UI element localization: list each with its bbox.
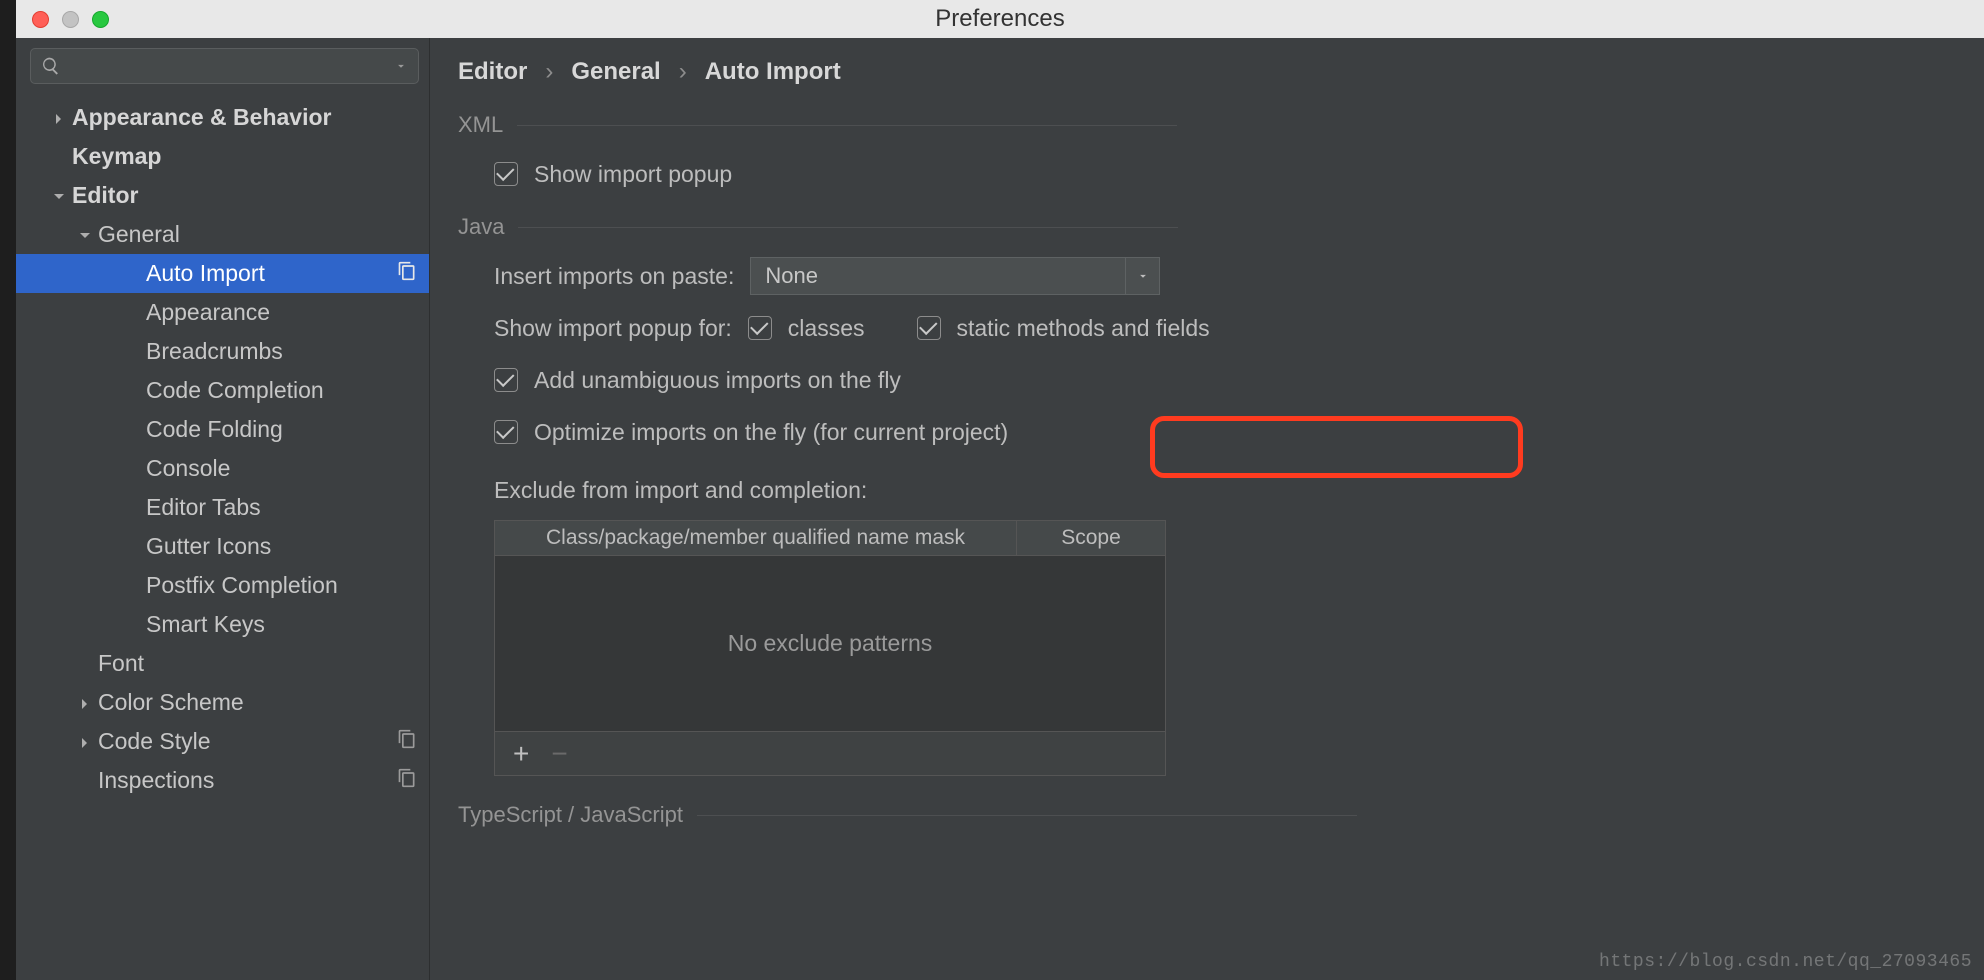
section-java-label: Java	[458, 214, 504, 240]
exclude-table-header: Class/package/member qualified name mask…	[494, 520, 1166, 556]
sidebar-item-smart-keys[interactable]: Smart Keys	[16, 605, 429, 644]
sidebar-item-postfix-completion[interactable]: Postfix Completion	[16, 566, 429, 605]
sidebar-item-breadcrumbs[interactable]: Breadcrumbs	[16, 332, 429, 371]
classes-checkbox[interactable]	[748, 316, 772, 340]
sidebar-item-label: Breadcrumbs	[146, 338, 283, 365]
breadcrumb-editor[interactable]: Editor	[458, 58, 527, 86]
insert-imports-select[interactable]: None	[750, 257, 1160, 295]
titlebar: Preferences	[16, 0, 1984, 38]
unambiguous-checkbox[interactable]	[494, 368, 518, 392]
breadcrumb-auto-import: Auto Import	[705, 58, 841, 86]
settings-content: Editor › General › Auto Import XML Show …	[430, 38, 1984, 980]
classes-label: classes	[788, 315, 865, 342]
sidebar-item-label: Smart Keys	[146, 611, 265, 638]
exclude-table: Class/package/member qualified name mask…	[494, 520, 1166, 776]
sidebar-item-label: General	[98, 221, 180, 248]
sidebar-item-label: Appearance & Behavior	[72, 104, 331, 131]
search-input[interactable]	[67, 55, 388, 78]
remove-button[interactable]: −	[551, 738, 567, 770]
divider	[697, 815, 1357, 816]
chevron-down-icon	[1136, 269, 1150, 283]
breadcrumb-general[interactable]: General	[571, 58, 660, 86]
section-java: Java	[458, 214, 1956, 240]
divider	[517, 125, 1177, 126]
sidebar: Appearance & Behavior Keymap Editor General…	[16, 38, 430, 980]
sidebar-item-label: Color Scheme	[98, 689, 244, 716]
exclude-col-mask[interactable]: Class/package/member qualified name mask	[495, 521, 1017, 555]
window-title: Preferences	[16, 5, 1984, 33]
maximize-window-button[interactable]	[92, 11, 109, 28]
copy-icon[interactable]	[397, 260, 417, 287]
sidebar-item-general[interactable]: General	[16, 215, 429, 254]
window-controls	[32, 11, 109, 28]
section-xml-label: XML	[458, 112, 503, 138]
chevron-down-icon[interactable]	[394, 59, 408, 73]
static-label: static methods and fields	[957, 315, 1210, 342]
sidebar-item-label: Code Folding	[146, 416, 283, 443]
minimize-window-button[interactable]	[62, 11, 79, 28]
search-field[interactable]	[30, 48, 419, 84]
breadcrumb: Editor › General › Auto Import	[458, 58, 1956, 86]
sidebar-item-code-folding[interactable]: Code Folding	[16, 410, 429, 449]
unambiguous-label: Add unambiguous imports on the fly	[534, 367, 901, 394]
exclude-label: Exclude from import and completion:	[494, 477, 867, 504]
sidebar-item-label: Appearance	[146, 299, 270, 326]
sidebar-item-label: Inspections	[98, 767, 214, 794]
chevron-right-icon: ›	[679, 58, 687, 86]
sidebar-item-label: Code Completion	[146, 377, 324, 404]
exclude-table-body: No exclude patterns	[494, 556, 1166, 732]
exclude-empty-text: No exclude patterns	[728, 630, 933, 657]
sidebar-item-editor-tabs[interactable]: Editor Tabs	[16, 488, 429, 527]
optimize-label: Optimize imports on the fly (for current…	[534, 419, 1008, 446]
dropdown-button[interactable]	[1125, 258, 1159, 294]
sidebar-item-label: Postfix Completion	[146, 572, 338, 599]
sidebar-item-appearance[interactable]: Appearance	[16, 293, 429, 332]
chevron-right-icon: ›	[545, 58, 553, 86]
xml-show-popup-label: Show import popup	[534, 161, 732, 188]
sidebar-item-label: Code Style	[98, 728, 211, 755]
insert-imports-value: None	[765, 263, 818, 289]
sidebar-item-appearance-behavior[interactable]: Appearance & Behavior	[16, 98, 429, 137]
close-window-button[interactable]	[32, 11, 49, 28]
search-icon	[41, 56, 61, 76]
sidebar-item-label: Editor Tabs	[146, 494, 261, 521]
ide-gutter	[0, 0, 16, 980]
show-popup-for-label: Show import popup for:	[494, 315, 732, 342]
sidebar-item-console[interactable]: Console	[16, 449, 429, 488]
settings-tree: Appearance & Behavior Keymap Editor General…	[16, 92, 429, 980]
xml-show-popup-checkbox[interactable]	[494, 162, 518, 186]
section-xml: XML	[458, 112, 1956, 138]
exclude-col-scope[interactable]: Scope	[1017, 521, 1165, 555]
add-button[interactable]: +	[513, 738, 529, 770]
copy-icon[interactable]	[397, 767, 417, 794]
sidebar-item-auto-import[interactable]: Auto Import	[16, 254, 429, 293]
sidebar-item-editor[interactable]: Editor	[16, 176, 429, 215]
section-ts-label: TypeScript / JavaScript	[458, 802, 683, 828]
sidebar-item-inspections[interactable]: Inspections	[16, 761, 429, 800]
sidebar-item-color-scheme[interactable]: Color Scheme	[16, 683, 429, 722]
divider	[518, 227, 1178, 228]
sidebar-item-label: Auto Import	[146, 260, 265, 287]
sidebar-item-label: Editor	[72, 182, 138, 209]
sidebar-item-code-completion[interactable]: Code Completion	[16, 371, 429, 410]
static-checkbox[interactable]	[917, 316, 941, 340]
watermark: https://blog.csdn.net/qq_27093465	[1599, 952, 1972, 972]
copy-icon[interactable]	[397, 728, 417, 755]
optimize-checkbox[interactable]	[494, 420, 518, 444]
insert-imports-label: Insert imports on paste:	[494, 263, 734, 290]
sidebar-item-label: Console	[146, 455, 230, 482]
exclude-toolbar: + −	[494, 732, 1166, 776]
sidebar-item-label: Keymap	[72, 143, 161, 170]
sidebar-item-gutter-icons[interactable]: Gutter Icons	[16, 527, 429, 566]
sidebar-item-keymap[interactable]: Keymap	[16, 137, 429, 176]
sidebar-item-label: Gutter Icons	[146, 533, 271, 560]
preferences-dialog: Preferences Appearance & Behavior Keymap E…	[16, 0, 1984, 980]
sidebar-item-code-style[interactable]: Code Style	[16, 722, 429, 761]
sidebar-item-font[interactable]: Font	[16, 644, 429, 683]
sidebar-item-label: Font	[98, 650, 144, 677]
section-ts: TypeScript / JavaScript	[458, 802, 1956, 828]
